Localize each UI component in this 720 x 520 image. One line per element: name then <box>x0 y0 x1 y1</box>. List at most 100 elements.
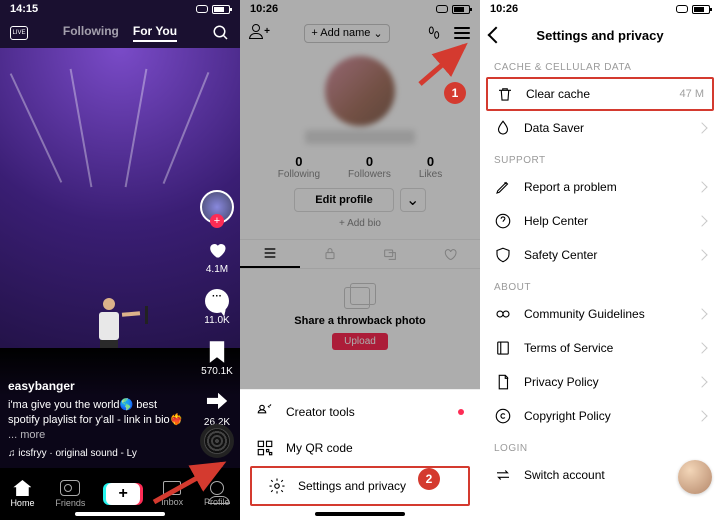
comment-icon <box>205 289 229 313</box>
nav-home[interactable]: Home <box>10 480 34 508</box>
cache-size: 47 M <box>680 88 704 100</box>
status-bar: 14:15 <box>0 0 240 18</box>
tab-repost[interactable] <box>360 240 420 268</box>
qr-icon <box>256 439 274 457</box>
tab-foryou[interactable]: For You <box>133 24 177 42</box>
row-label: My QR code <box>286 441 353 455</box>
shield-icon <box>494 246 512 264</box>
chevron-right-icon <box>696 181 707 192</box>
photos-icon <box>344 283 376 309</box>
wand-icon <box>256 403 274 421</box>
feed-topbar: LIVE Following For You <box>0 18 240 48</box>
row-guidelines[interactable]: Community Guidelines <box>480 297 720 331</box>
status-time: 14:15 <box>10 3 38 15</box>
step-badge-2: 2 <box>418 468 440 490</box>
profile-picture[interactable] <box>325 56 395 126</box>
battery-icon <box>452 5 470 14</box>
row-report-problem[interactable]: Report a problem <box>480 170 720 204</box>
home-indicator <box>75 512 165 516</box>
row-help-center[interactable]: Help Center <box>480 204 720 238</box>
throwback-card: Share a throwback photo Upload <box>240 269 480 350</box>
edit-more-button[interactable]: ⌄ <box>400 188 426 212</box>
upload-button[interactable]: Upload <box>332 333 388 350</box>
tab-following[interactable]: Following <box>63 24 119 42</box>
status-time: 10:26 <box>490 3 518 15</box>
status-right <box>676 5 710 14</box>
drop-icon <box>494 119 512 137</box>
name-dropdown[interactable]: + Add name⌄ <box>304 24 389 43</box>
creator-avatar[interactable]: + <box>200 190 234 224</box>
status-time: 10:26 <box>250 3 278 15</box>
edit-profile-button[interactable]: Edit profile <box>294 188 393 212</box>
row-data-saver[interactable]: Data Saver <box>480 111 720 145</box>
settings-list[interactable]: CACHE & CELLULAR DATA Clear cache 47 M D… <box>480 52 720 520</box>
row-qr-code[interactable]: My QR code <box>240 430 480 466</box>
link-icon <box>676 5 688 13</box>
share-button[interactable]: 26.2K <box>204 391 230 428</box>
caption-text: i'ma give you the world🌎 best spotify pl… <box>8 398 188 443</box>
section-cache: CACHE & CELLULAR DATA <box>480 52 720 77</box>
section-support: SUPPORT <box>480 145 720 170</box>
sound-disc[interactable] <box>200 424 234 458</box>
home-indicator <box>315 512 405 516</box>
bookmark-count: 570.1K <box>201 366 233 377</box>
nav-friends[interactable]: Friends <box>55 480 85 508</box>
stat-following[interactable]: 0Following <box>278 154 320 180</box>
tab-liked[interactable] <box>420 240 480 268</box>
footsteps-icon[interactable] <box>426 25 442 41</box>
switch-icon <box>494 466 512 484</box>
annotation-arrow-menu <box>414 40 474 90</box>
row-copyright[interactable]: Copyright Policy <box>480 399 720 433</box>
pencil-icon <box>494 178 512 196</box>
copyright-icon <box>494 407 512 425</box>
row-safety-center[interactable]: Safety Center <box>480 238 720 272</box>
annotation-arrow-profile <box>150 456 230 506</box>
row-label: Report a problem <box>524 180 617 194</box>
bookmark-icon <box>205 340 229 364</box>
row-label: Clear cache <box>526 87 590 101</box>
link-icon <box>436 5 448 13</box>
chevron-right-icon <box>696 342 707 353</box>
row-privacy[interactable]: Privacy Policy <box>480 365 720 399</box>
stat-followers[interactable]: 0Followers <box>348 154 391 180</box>
bookmark-button[interactable]: 570.1K <box>201 340 233 377</box>
creator-username[interactable]: easybanger <box>8 378 188 394</box>
status-bar: 10:26 <box>480 0 720 18</box>
chevron-right-icon <box>696 308 707 319</box>
chevron-right-icon <box>696 376 707 387</box>
row-label: Settings and privacy <box>298 479 406 493</box>
status-right <box>196 5 230 14</box>
floating-avatar[interactable] <box>678 460 712 494</box>
row-clear-cache[interactable]: Clear cache 47 M <box>486 77 714 111</box>
document-icon <box>494 373 512 391</box>
stat-likes[interactable]: 0Likes <box>419 154 442 180</box>
caption-block: easybanger i'ma give you the world🌎 best… <box>8 378 188 460</box>
row-label: Creator tools <box>286 405 355 419</box>
tab-grid[interactable] <box>240 240 300 268</box>
section-about: ABOUT <box>480 272 720 297</box>
nav-create[interactable]: + <box>106 483 140 505</box>
tab-locked[interactable] <box>300 240 360 268</box>
create-icon: + <box>106 483 140 505</box>
search-icon[interactable] <box>212 24 230 42</box>
chevron-right-icon <box>696 410 707 421</box>
comment-button[interactable]: 11.0K <box>204 289 229 326</box>
hamburger-menu-icon[interactable] <box>454 27 470 39</box>
row-terms[interactable]: Terms of Service <box>480 331 720 365</box>
caption-more[interactable]: ... more <box>8 429 45 441</box>
battery-icon <box>692 5 710 14</box>
profile-tabs <box>240 239 480 269</box>
add-user-icon[interactable]: + <box>250 24 268 42</box>
status-bar: 10:26 <box>240 0 480 18</box>
row-label: Help Center <box>524 214 588 228</box>
live-icon[interactable]: LIVE <box>10 26 28 40</box>
row-creator-tools[interactable]: Creator tools <box>240 394 480 430</box>
share-icon <box>207 393 227 413</box>
throwback-title: Share a throwback photo <box>240 315 480 327</box>
like-button[interactable]: 4.1M <box>205 238 229 275</box>
feed-tabs: Following For You <box>63 24 177 42</box>
link-chain-icon <box>494 305 512 323</box>
step-badge-1: 1 <box>444 82 466 104</box>
pane-settings: 10:26 Settings and privacy CACHE & CELLU… <box>480 0 720 520</box>
add-bio-link[interactable]: + Add bio <box>240 218 480 229</box>
